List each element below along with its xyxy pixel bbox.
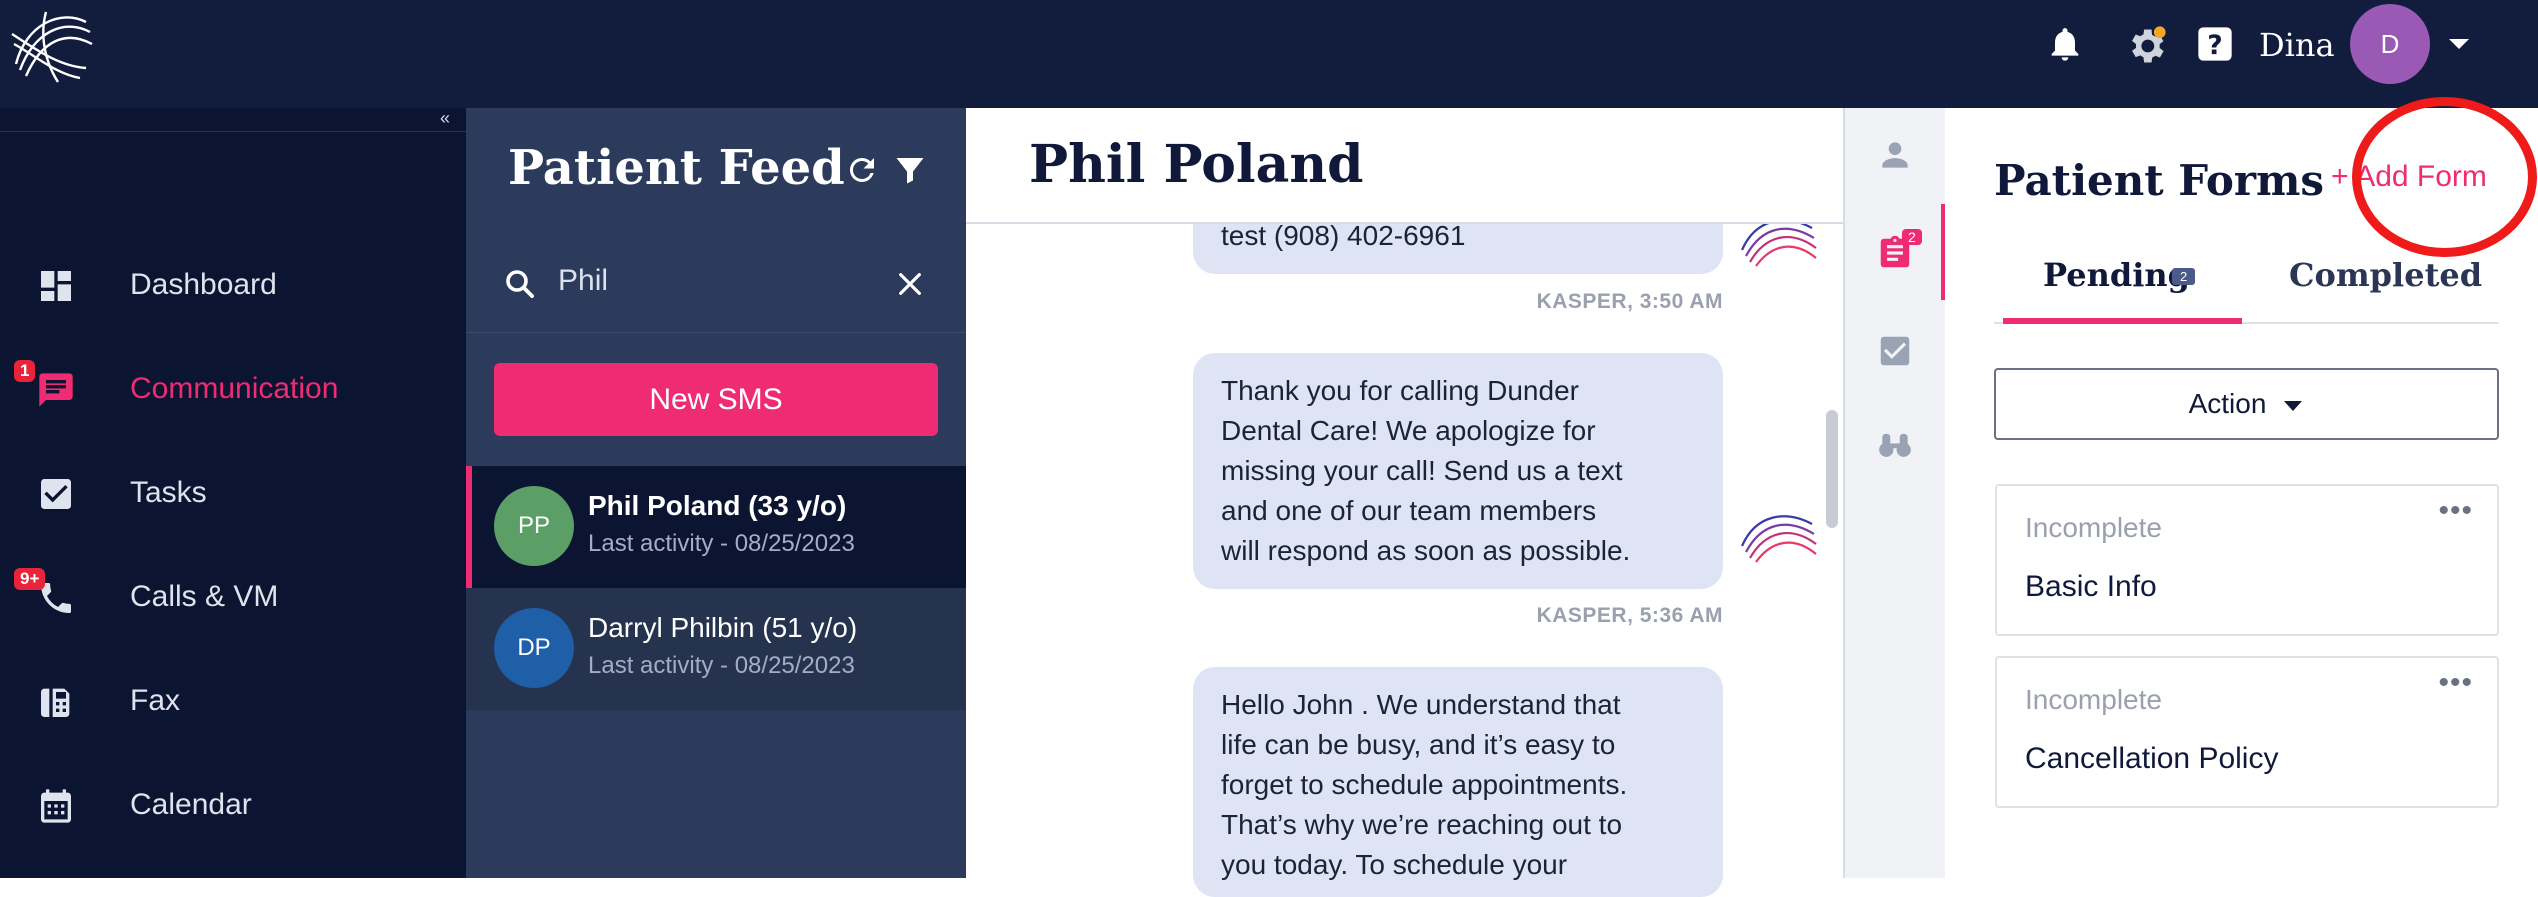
forms-count-badge: 2 (1902, 229, 1922, 245)
patient-avatar: DP (494, 608, 574, 688)
active-tab-underline (2003, 318, 2242, 324)
tab-completed[interactable]: Completed (2289, 256, 2482, 294)
message-line: will respond as soon as possible. (1221, 535, 1631, 566)
side-tool-strip (1845, 108, 1945, 878)
patient-list-item[interactable]: PP Phil Poland (33 y/o) Last activity - … (466, 466, 966, 588)
sidebar-item-fax[interactable]: Fax (0, 666, 466, 738)
tasks-check-icon[interactable] (1876, 332, 1914, 370)
chat-scrollbar[interactable] (1826, 410, 1838, 528)
forms-title: Patient Forms (1994, 156, 2325, 205)
message-line: forget to schedule appointments. (1221, 769, 1628, 800)
new-sms-button[interactable]: New SMS (494, 363, 938, 436)
patient-name: Darryl Philbin (51 y/o) (588, 612, 858, 643)
sidebar-item-communication[interactable]: 1 Communication (0, 354, 466, 426)
form-name: Basic Info (2025, 570, 2157, 603)
message-meta: KASPER, 3:50 AM (1536, 290, 1723, 313)
sidebar-item-dashboard[interactable]: Dashboard (0, 250, 466, 322)
feed-title: Patient Feed (508, 140, 845, 196)
patient-last-activity: Last activity - 08/25/2023 (588, 652, 855, 679)
sidebar-item-label: Communication (130, 372, 339, 405)
user-avatar[interactable]: D (2350, 4, 2430, 84)
patient-name: Phil Poland (33 y/o) (588, 490, 847, 521)
calendar-icon (36, 786, 76, 826)
notification-badge: 1 (14, 360, 36, 382)
message-bubble: Thank you for calling Dunder Dental Care… (1193, 353, 1723, 589)
message-line: Dental Care! We apologize for (1221, 415, 1596, 446)
message-line: and one of our team members (1221, 495, 1597, 526)
search-icon (502, 266, 538, 302)
sidebar-item-tasks[interactable]: Tasks (0, 458, 466, 530)
tab-pending[interactable]: Pending (2043, 256, 2190, 294)
clear-search-icon[interactable] (894, 268, 926, 300)
message-line: Thank you for calling Dunder (1221, 375, 1579, 406)
username[interactable]: Dina (2259, 26, 2335, 64)
more-options-icon[interactable]: ••• (2438, 494, 2473, 528)
settings-gear-icon[interactable] (2124, 24, 2166, 64)
person-icon[interactable] (1876, 136, 1914, 174)
form-status: Incomplete (2025, 512, 2162, 543)
more-options-icon[interactable]: ••• (2438, 666, 2473, 700)
highlight-circle-annotation (2352, 97, 2537, 257)
form-name: Cancellation Policy (2025, 742, 2279, 775)
selected-indicator (466, 466, 472, 588)
dashboard-icon (36, 266, 76, 306)
search-input[interactable]: Phil (558, 264, 608, 298)
kasper-logo-icon (1736, 506, 1820, 568)
chevron-down-icon[interactable] (2446, 34, 2472, 54)
message-meta: KASPER, 5:36 AM (1536, 604, 1723, 627)
sidebar-divider (0, 131, 466, 132)
sidebar-item-label: Calls & VM (130, 580, 279, 613)
checkbox-icon (36, 474, 76, 514)
patient-list-item[interactable]: DP Darryl Philbin (51 y/o) Last activity… (466, 588, 966, 710)
sidebar-item-calendar[interactable]: Calendar (0, 770, 466, 842)
patient-search-bar (466, 232, 966, 333)
chat-title: Phil Poland (1029, 134, 1364, 195)
message-line: you today. To schedule your (1221, 849, 1568, 880)
sidebar-item-label: Calendar (130, 788, 252, 821)
notification-badge: 9+ (14, 568, 46, 590)
message-bubble: Hello John . We understand that life can… (1193, 667, 1723, 897)
form-status: Incomplete (2025, 684, 2162, 715)
sidebar-item-label: Tasks (130, 476, 207, 509)
message-line: That’s why we’re reaching out to (1221, 809, 1623, 840)
fax-icon (36, 682, 76, 722)
message-line: Hello John . We understand that (1221, 689, 1621, 720)
binoculars-icon[interactable] (1876, 426, 1914, 464)
refresh-icon[interactable] (844, 152, 880, 188)
message-line: missing your call! Send us a text (1221, 455, 1623, 486)
sidebar-item-calls[interactable]: 9+ Calls & VM (0, 562, 466, 634)
message-line: life can be busy, and it’s easy to (1221, 729, 1616, 760)
form-card[interactable]: Incomplete Cancellation Policy ••• (1995, 656, 2499, 808)
pending-count-badge: 2 (2172, 268, 2196, 285)
chat-icon (36, 370, 76, 410)
bell-icon[interactable] (2045, 24, 2085, 64)
action-dropdown[interactable]: Action (1994, 368, 2499, 440)
collapse-sidebar-button[interactable]: « (440, 108, 450, 129)
svg-text:?: ? (2207, 30, 2222, 61)
caret-down-icon (2282, 388, 2304, 420)
help-icon[interactable]: ? (2195, 24, 2235, 64)
form-card[interactable]: Incomplete Basic Info ••• (1995, 484, 2499, 636)
sidebar-item-label: Fax (130, 684, 181, 717)
patient-avatar: PP (494, 486, 574, 566)
filter-icon[interactable] (892, 152, 928, 188)
app-logo-icon[interactable] (6, 4, 96, 86)
action-label: Action (2188, 388, 2267, 419)
patient-last-activity: Last activity - 08/25/2023 (588, 530, 855, 557)
sidebar-item-label: Dashboard (130, 268, 277, 301)
